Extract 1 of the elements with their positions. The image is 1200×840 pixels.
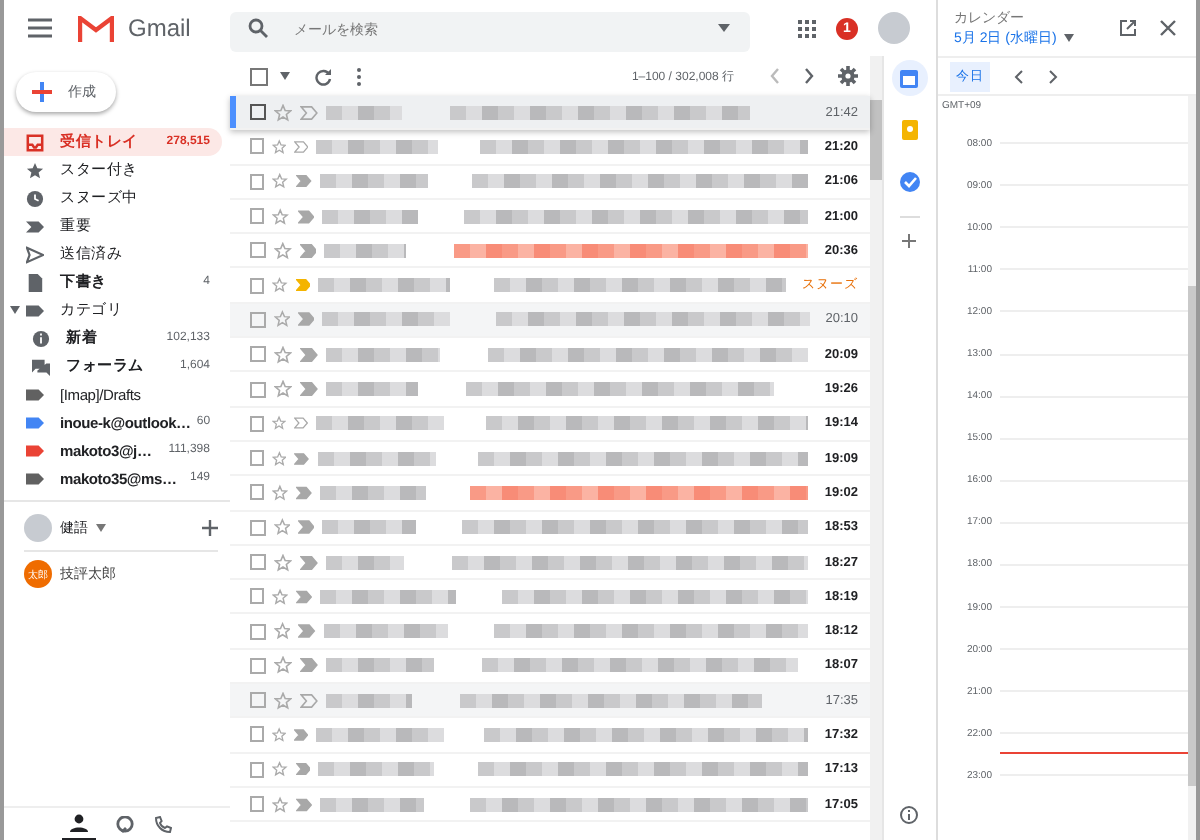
app-logo: Gmail [128, 14, 191, 42]
